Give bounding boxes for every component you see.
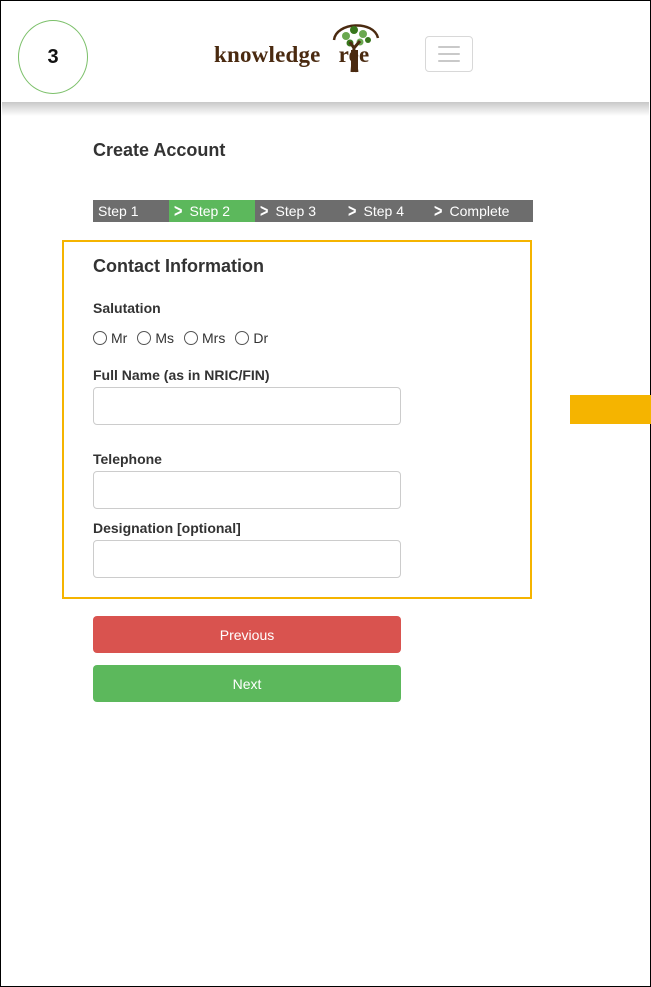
salutation-label: Salutation xyxy=(93,300,161,316)
highlight-connector xyxy=(570,395,651,424)
step-complete: > Complete xyxy=(434,201,510,221)
radio-mrs[interactable]: Mrs xyxy=(184,330,225,346)
next-button[interactable]: Next xyxy=(93,665,401,702)
knowledge-tree-logo[interactable]: knowledgeree xyxy=(214,12,414,76)
step-4: > Step 4 xyxy=(348,201,404,221)
previous-button[interactable]: Previous xyxy=(93,616,401,653)
radio-circle[interactable] xyxy=(137,331,152,345)
section-title: Contact Information xyxy=(93,256,264,276)
radio-circle[interactable] xyxy=(93,331,107,345)
full-name-input[interactable] xyxy=(93,387,401,425)
designation-input[interactable] xyxy=(93,540,401,578)
tree-icon xyxy=(332,24,380,73)
radio-dr[interactable]: Dr xyxy=(235,330,268,346)
chevron-right-icon: > xyxy=(174,201,183,221)
designation-label: Designation [optional] xyxy=(93,520,241,536)
step-1: Step 1 xyxy=(98,203,139,219)
step-3: > Step 3 xyxy=(260,201,316,221)
telephone-input[interactable] xyxy=(93,471,401,509)
step-2: > Step 2 xyxy=(169,200,255,222)
radio-ms[interactable]: Ms xyxy=(137,330,174,346)
hamburger-menu-button[interactable] xyxy=(425,36,473,72)
chevron-right-icon: > xyxy=(348,201,357,221)
full-name-label: Full Name (as in NRIC/FIN) xyxy=(93,367,270,383)
step-number-badge: 3 xyxy=(18,20,88,94)
radio-mr[interactable]: Mr xyxy=(93,330,127,346)
hamburger-icon xyxy=(438,46,460,48)
progress-stepper: Step 1 > Step 2 > Step 3 > Step 4 > Comp… xyxy=(93,200,533,222)
chevron-right-icon: > xyxy=(434,201,443,221)
header-divider xyxy=(2,102,649,116)
salutation-radio-group: Mr Ms Mrs Dr xyxy=(93,330,278,346)
page-title: Create Account xyxy=(93,140,226,160)
radio-circle[interactable] xyxy=(184,331,198,345)
chevron-right-icon: > xyxy=(260,201,269,221)
telephone-label: Telephone xyxy=(93,451,162,467)
radio-circle[interactable] xyxy=(235,331,250,345)
